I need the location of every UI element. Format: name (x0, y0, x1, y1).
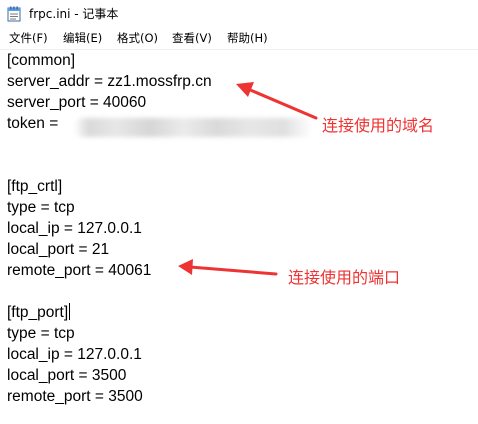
menu-file[interactable]: 文件(F) (9, 30, 48, 47)
editor-line: [common] (7, 52, 76, 69)
editor-line: token = (7, 115, 63, 132)
editor-line: local_ip = 127.0.0.1 (7, 220, 142, 237)
editor-line: [ftp_port] (7, 304, 69, 321)
editor-line: local_port = 21 (7, 241, 110, 258)
menu-edit[interactable]: 编辑(E) (63, 30, 102, 47)
editor-line: server_addr = zz1.mossfrp.cn (7, 73, 212, 90)
editor-line: remote_port = 3500 (7, 388, 143, 405)
editor-line: local_ip = 127.0.0.1 (7, 346, 142, 363)
window-title: frpc.ini - 记事本 (29, 7, 119, 21)
editor-line: local_port = 3500 (7, 367, 127, 384)
annotation-domain-label: 连接使用的域名 (322, 116, 435, 135)
editor-line: remote_port = 40061 (7, 262, 152, 279)
text-editor-area[interactable]: [common] server_addr = zz1.mossfrp.cn se… (0, 50, 478, 424)
menu-help[interactable]: 帮助(H) (227, 30, 268, 47)
redacted-token-blur (74, 118, 312, 137)
notepad-window: frpc.ini - 记事本 文件(F) 编辑(E) 格式(O) 查看(V) 帮… (0, 0, 478, 424)
title-bar[interactable]: frpc.ini - 记事本 (0, 0, 478, 28)
menu-bar: 文件(F) 编辑(E) 格式(O) 查看(V) 帮助(H) (0, 28, 478, 50)
editor-line: server_port = 40060 (7, 94, 147, 111)
annotation-port-label: 连接使用的端口 (288, 268, 401, 287)
editor-line-caret: [ftp_port] (7, 302, 71, 323)
notepad-icon (7, 6, 21, 22)
editor-line: type = tcp (7, 325, 75, 342)
editor-line: [ftp_crtl] (7, 178, 63, 195)
editor-line: type = tcp (7, 199, 75, 216)
text-caret (69, 303, 71, 320)
menu-format[interactable]: 格式(O) (117, 30, 158, 47)
menu-view[interactable]: 查看(V) (172, 30, 212, 47)
